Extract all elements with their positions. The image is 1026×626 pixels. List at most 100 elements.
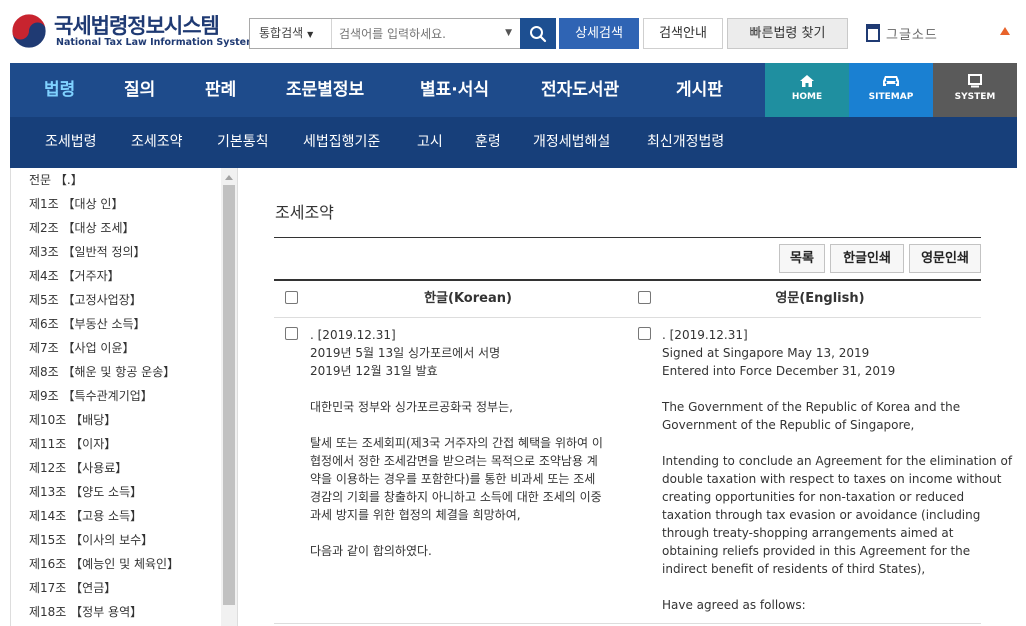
sidebar-scrollbar[interactable] [221, 168, 237, 626]
text-line: Government of the Republic of Singapore, [662, 418, 915, 432]
nav-item-library[interactable]: 전자도서관 [541, 63, 619, 117]
quick-law-search-button[interactable]: 빠른법령 찾기 [727, 18, 848, 49]
home-icon [800, 75, 814, 87]
logo-subtitle: National Tax Law Information System [56, 37, 256, 48]
page-title: 조세조약 [275, 203, 334, 222]
article-sidebar: 전문 【.】 제1조 【대상 인】 제2조 【대상 조세】 제3조 【일반적 정… [10, 168, 238, 626]
subnav-directive[interactable]: 훈령 [475, 117, 501, 168]
detail-search-button[interactable]: 상세검색 [559, 18, 639, 49]
table-header: 한글(Korean) 영문(English) [274, 281, 981, 318]
text-line: taxation through tax evasion or avoidanc… [662, 508, 981, 522]
caret-down-icon: ▼ [307, 30, 314, 39]
list-item[interactable]: 제13조 【양도 소득】 [29, 480, 179, 504]
search-icon [530, 25, 547, 42]
list-item[interactable]: 제3조 【일반적 정의】 [29, 240, 179, 264]
text-line: indirect benefit of residents of third S… [662, 562, 926, 576]
nav-item-board[interactable]: 게시판 [676, 63, 723, 117]
text-line: 협정에서 정한 조세감면을 받으려는 목적으로 조약남용 계 [310, 454, 598, 468]
list-item[interactable]: 제15조 【이사의 보수】 [29, 528, 179, 552]
print-korean-button[interactable]: 한글인쇄 [830, 244, 904, 273]
english-text-cell: . [2019.12.31] Signed at Singapore May 1… [662, 326, 1012, 614]
text-line: . [2019.12.31] [662, 328, 748, 342]
subnav-execution-standard[interactable]: 세법집행기준 [303, 117, 380, 168]
site-logo[interactable]: 국세법령정보시스템 National Tax Law Information S… [10, 10, 256, 52]
list-item[interactable]: 제10조 【배당】 [29, 408, 179, 432]
nav-item-law[interactable]: 법령 [44, 63, 75, 117]
text-line: 대한민국 정부와 싱가포르공화국 정부는, [310, 400, 513, 414]
util-link[interactable]: 그글소드 [886, 24, 938, 43]
chevron-down-icon[interactable]: ▼ [505, 19, 512, 48]
document-icon[interactable] [866, 24, 880, 42]
row-divider [274, 623, 981, 624]
search-scope-select[interactable]: 통합검색 ▼ [250, 19, 332, 48]
list-item[interactable]: 제16조 【예능인 및 체육인】 [29, 552, 179, 576]
article-list: 전문 【.】 제1조 【대상 인】 제2조 【대상 조세】 제3조 【일반적 정… [29, 168, 179, 624]
list-item[interactable]: 제1조 【대상 인】 [29, 192, 179, 216]
text-line: 2019년 5월 13일 싱가포르에서 서명 [310, 346, 501, 360]
text-line: creating opportunities for non-taxation … [662, 490, 965, 504]
list-item[interactable]: 제12조 【사용료】 [29, 456, 179, 480]
row-korean-checkbox[interactable] [285, 327, 298, 340]
korean-text-cell: . [2019.12.31] 2019년 5월 13일 싱가포르에서 서명 20… [310, 326, 603, 560]
search-bar: 통합검색▼ ▼ [249, 18, 521, 49]
list-item[interactable]: 제5조 【고정사업장】 [29, 288, 179, 312]
list-item[interactable]: 전문 【.】 [29, 168, 179, 192]
search-input[interactable] [332, 19, 500, 48]
nav-item-precedent[interactable]: 판례 [205, 63, 236, 117]
list-item[interactable]: 제7조 【사업 이윤】 [29, 336, 179, 360]
text-line: Intending to conclude an Agreement for t… [662, 454, 1013, 468]
sitemap-label: SITEMAP [868, 92, 914, 102]
subnav-basic-rules[interactable]: 기본통칙 [217, 117, 269, 168]
arrow-up-icon[interactable] [1000, 27, 1010, 35]
sub-menu: 조세법령 조세조약 기본통칙 세법집행기준 고시 훈령 개정세법해설 최신개정법… [10, 117, 1017, 168]
text-line: 과세 방지를 위한 협정의 체결을 희망하여, [310, 508, 521, 522]
row-english-checkbox[interactable] [638, 327, 651, 340]
subnav-amendment-guide[interactable]: 개정세법해설 [533, 117, 610, 168]
list-button[interactable]: 목록 [779, 244, 825, 273]
sitemap-button[interactable]: SITEMAP [849, 63, 933, 117]
text-line: 약을 이용하는 경우를 포함한다)를 통한 비과세 또는 조세 [310, 472, 596, 486]
subnav-tax-treaty[interactable]: 조세조약 [131, 117, 183, 168]
text-line: obtaining reliefs provided in this Agree… [662, 544, 971, 558]
car-icon [883, 76, 899, 86]
scroll-thumb[interactable] [223, 185, 235, 605]
list-item[interactable]: 제9조 【특수관계기업】 [29, 384, 179, 408]
title-divider [274, 237, 981, 238]
home-button[interactable]: HOME [765, 63, 849, 117]
search-guide-button[interactable]: 검색안내 [643, 18, 723, 49]
select-all-korean-checkbox[interactable] [285, 291, 298, 304]
scroll-up-arrow-icon[interactable] [225, 175, 233, 180]
list-item[interactable]: 제8조 【해운 및 항공 운송】 [29, 360, 179, 384]
nav-item-inquiry[interactable]: 질의 [124, 63, 155, 117]
text-line: 탈세 또는 조세회피(제3국 거주자의 간접 혜택을 위하여 이 [310, 436, 603, 450]
system-button[interactable]: SYSTEM [933, 63, 1017, 117]
list-item[interactable]: 제4조 【거주자】 [29, 264, 179, 288]
list-item[interactable]: 제6조 【부동산 소득】 [29, 312, 179, 336]
text-line: 다음과 같이 합의하였다. [310, 544, 432, 558]
subnav-latest-amendments[interactable]: 최신개정법령 [647, 117, 724, 168]
taegeuk-emblem-icon [11, 13, 47, 49]
text-line: 2019년 12월 31일 발효 [310, 364, 438, 378]
search-scope-label: 통합검색 [259, 26, 304, 40]
text-line: Have agreed as follows: [662, 598, 806, 612]
list-item[interactable]: 제11조 【이자】 [29, 432, 179, 456]
list-item[interactable]: 제17조 【연금】 [29, 576, 179, 600]
system-label: SYSTEM [954, 92, 996, 102]
nav-item-forms[interactable]: 별표·서식 [420, 63, 489, 117]
list-item[interactable]: 제18조 【정부 용역】 [29, 600, 179, 624]
logo-title: 국세법령정보시스템 [54, 14, 220, 38]
subnav-tax-law[interactable]: 조세법령 [45, 117, 97, 168]
search-button[interactable] [520, 18, 556, 49]
nav-item-article-info[interactable]: 조문별정보 [286, 63, 364, 117]
list-item[interactable]: 제14조 【고용 소득】 [29, 504, 179, 528]
text-line: double taxation with respect to taxes on… [662, 472, 1002, 486]
monitor-icon [968, 74, 982, 88]
column-header-korean: 한글(Korean) [424, 291, 512, 306]
text-line: Entered into Force December 31, 2019 [662, 364, 896, 378]
column-header-english: 영문(English) [775, 291, 865, 306]
home-label: HOME [791, 92, 823, 102]
select-all-english-checkbox[interactable] [638, 291, 651, 304]
subnav-notice[interactable]: 고시 [417, 117, 443, 168]
list-item[interactable]: 제2조 【대상 조세】 [29, 216, 179, 240]
print-english-button[interactable]: 영문인쇄 [909, 244, 981, 273]
